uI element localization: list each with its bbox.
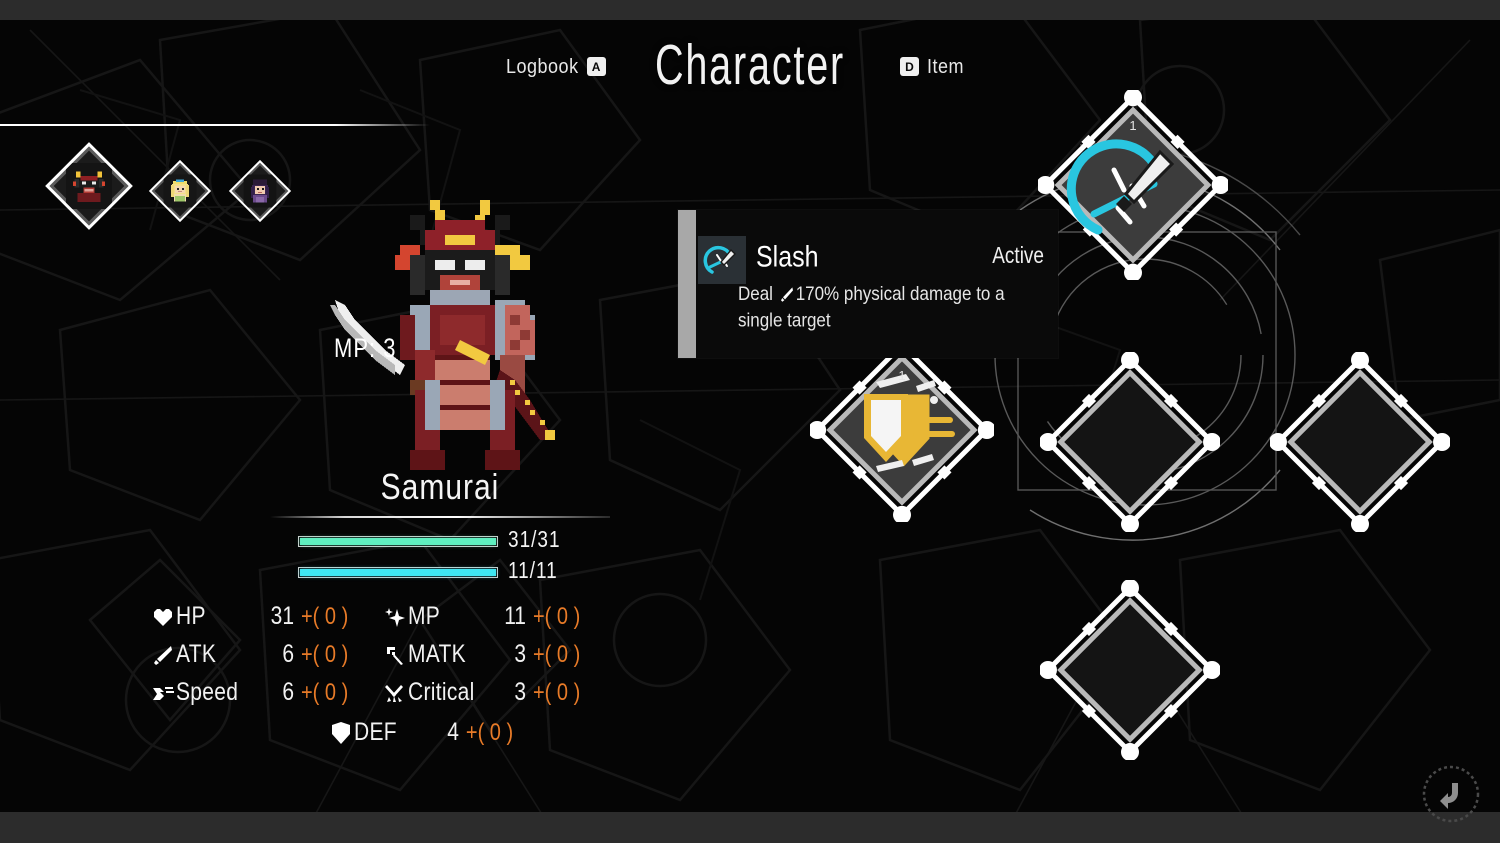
tooltip-skill-icon (698, 236, 746, 284)
critical-icon (382, 681, 408, 705)
stat-mp: MP 11 +( 0 ) (382, 602, 614, 630)
stat-atk-value: 6 (282, 640, 294, 668)
skill-tooltip: Slash Active Deal 170% physical damage t… (678, 210, 1058, 358)
skill-node-guard-rank: 1 (898, 368, 905, 383)
stat-mp-bonus: +( 0 ) (533, 603, 581, 630)
tooltip-skill-description: Deal 170% physical damage to a single ta… (738, 282, 1038, 334)
name-divider (270, 516, 610, 518)
stat-critical-value: 3 (514, 678, 526, 706)
skill-node-slash-rank: 1 (1129, 118, 1136, 133)
header: Character Logbook A D Item (0, 20, 1500, 97)
skill-node-guard[interactable]: 1 (810, 338, 994, 522)
skill-node-empty-center[interactable] (1040, 352, 1220, 532)
tooltip-skill-name: Slash (756, 240, 819, 274)
stat-mp-value: 11 (504, 602, 526, 630)
stat-def-bonus: +( 0 ) (465, 719, 514, 746)
cleric-portrait-icon (163, 174, 197, 208)
stat-def: DEF 4 +( 0 ) (150, 718, 730, 746)
character-name: Samurai (380, 468, 500, 508)
back-button[interactable] (1420, 763, 1482, 825)
stat-hp-bonus: +( 0 ) (301, 603, 349, 630)
mp-bar-value: 11/11 (508, 558, 558, 584)
back-arrow-icon (1422, 765, 1480, 823)
mp-bar-track (298, 566, 498, 578)
magic-icon (382, 643, 408, 667)
skill-tree: 1 1 (780, 90, 1500, 790)
sparkle-icon (382, 605, 408, 629)
samurai-portrait-icon (66, 163, 112, 209)
skill-node-slash[interactable]: 1 (1038, 90, 1228, 280)
stat-speed-value: 6 (282, 678, 294, 706)
stat-hp-label: HP (176, 602, 206, 630)
shield-icon (328, 721, 354, 745)
stat-matk: MATK 3 +( 0 ) (382, 640, 614, 668)
stat-critical-bonus: +( 0 ) (533, 679, 581, 706)
tooltip-skill-type: Active (992, 244, 1044, 270)
mage-portrait-icon (243, 174, 277, 208)
stat-critical: Critical 3 +( 0 ) (382, 678, 614, 706)
letterbox-bottom (0, 812, 1500, 843)
character-stats-panel: Samurai 31/31 11/11 HP 31 +( 0 ) MP 11 +… (150, 468, 730, 746)
logbook-nav-button[interactable]: Logbook A (506, 54, 606, 78)
stat-hp: HP 31 +( 0 ) (150, 602, 382, 630)
stat-speed-bonus: +( 0 ) (301, 679, 349, 706)
tooltip-mp-cost: MP: 3 (334, 333, 397, 363)
party-portrait-mage[interactable] (228, 159, 292, 223)
item-keycap: D (900, 57, 919, 76)
party-connector-line (0, 124, 430, 126)
item-nav-button[interactable]: D Item (900, 54, 965, 78)
sword-icon (150, 643, 176, 667)
stat-speed-label: Speed (176, 678, 239, 706)
boot-icon (150, 681, 176, 705)
party-portrait-cleric[interactable] (148, 159, 212, 223)
stat-mp-label: MP (408, 602, 441, 630)
physical-damage-icon (779, 284, 795, 302)
party-portrait-samurai[interactable] (45, 142, 133, 230)
stat-def-label: DEF (354, 718, 397, 746)
mp-bar-row: 11/11 (298, 558, 730, 584)
hp-bar-value: 31/31 (508, 527, 561, 553)
item-label: Item (927, 54, 965, 78)
logbook-label: Logbook (506, 54, 579, 78)
stat-atk: ATK 6 +( 0 ) (150, 640, 382, 668)
logbook-keycap: A (586, 57, 606, 76)
skill-node-empty-right[interactable] (1270, 352, 1450, 532)
skill-node-empty-bottom[interactable] (1040, 580, 1220, 760)
stat-critical-label: Critical (408, 678, 475, 706)
stat-grid: HP 31 +( 0 ) MP 11 +( 0 ) ATK 6 +(0) M… (150, 602, 730, 706)
stat-def-value: 4 (447, 718, 459, 746)
page-title: Character (654, 34, 846, 97)
hp-bar-row: 31/31 (298, 527, 730, 553)
stat-matk-bonus: +( 0 ) (533, 641, 581, 668)
letterbox-top (0, 0, 1500, 20)
hp-bar-track (298, 535, 498, 547)
heart-icon (150, 605, 176, 629)
stat-atk-label: ATK (176, 640, 217, 668)
tooltip-desc-prefix: Deal (738, 283, 778, 305)
stat-hp-value: 31 (270, 602, 294, 630)
hp-bar-fill (300, 537, 496, 545)
mp-bar-fill (300, 568, 496, 576)
tooltip-accent-bar (678, 210, 696, 358)
stat-atk-bonus: +( 0 ) (301, 641, 349, 668)
stat-speed: Speed 6 +( 0 ) (150, 678, 382, 706)
stat-matk-label: MATK (408, 640, 466, 668)
resource-bars: 31/31 11/11 (150, 527, 730, 584)
stat-matk-value: 3 (514, 640, 526, 668)
